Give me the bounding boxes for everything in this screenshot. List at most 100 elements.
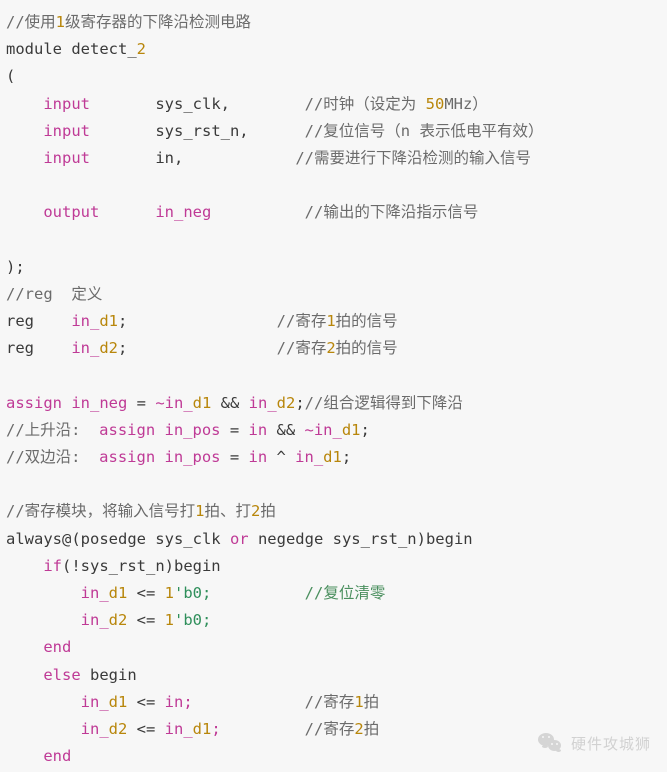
code-token: 2 <box>326 339 336 358</box>
code-token: <= <box>127 719 165 738</box>
code-line: //寄存模块，将输入信号打1拍、打2拍 <box>6 498 667 525</box>
code-token: 'b0; <box>174 583 212 602</box>
code-token: reg <box>6 312 34 331</box>
code-token: ; <box>118 312 128 331</box>
code-token: in_ <box>80 719 109 738</box>
code-token: ( <box>6 67 16 86</box>
code-token: 拍 <box>260 502 276 521</box>
code-token: && <box>211 393 249 412</box>
code-token: 1 <box>55 13 66 31</box>
code-token: d1 <box>341 420 361 439</box>
code-token: ; <box>360 420 370 439</box>
code-token: assign in_neg <box>6 393 128 412</box>
code-token: ; <box>211 719 221 738</box>
code-token: in_ <box>80 611 109 630</box>
code-token: = <box>127 393 156 412</box>
code-token: //使用 <box>6 13 56 31</box>
code-line: end <box>6 743 667 770</box>
code-token: //寄存 <box>276 312 327 331</box>
code-token: //上升沿: <box>6 420 81 439</box>
code-line: //使用1级寄存器的下降沿检测电路 <box>6 9 667 36</box>
code-token: 拍的信号 <box>335 312 398 331</box>
code-line: assign in_neg = ~in_d1 && in_d2;//组合逻辑得到… <box>6 390 667 417</box>
code-token: ); <box>6 257 25 276</box>
code-token: = <box>220 448 249 466</box>
code-token: begin <box>80 665 137 684</box>
code-token: d1 <box>99 312 118 331</box>
code-line: reg in_d1; //寄存1拍的信号 <box>6 308 667 335</box>
code-token: d1 <box>323 448 342 466</box>
code-line: input in, //需要进行下降沿检测的输入信号 <box>6 145 667 172</box>
code-token: 1 <box>164 611 174 630</box>
code-token: d2 <box>108 611 128 630</box>
code-token: input <box>43 121 90 140</box>
code-token: //reg 定义 <box>6 284 103 303</box>
code-token: MHz） <box>444 94 488 113</box>
code-line: in_d2 <= in_d1; //寄存2拍 <box>6 716 667 743</box>
code-token: in <box>248 448 268 466</box>
code-token: always@(posedge sys_clk <box>6 529 230 548</box>
code-token: 拍的信号 <box>335 339 398 358</box>
code-token: end <box>43 638 72 657</box>
code-token: (!sys_rst_n)begin <box>62 556 221 575</box>
code-token: in_ <box>80 583 109 602</box>
code-token: input <box>43 148 90 167</box>
code-token: //寄存模块，将输入信号打 <box>6 502 196 521</box>
code-token: <= <box>127 611 165 630</box>
code-line: ); <box>6 254 667 281</box>
code-token: in_neg <box>155 203 212 222</box>
code-line: output in_neg //输出的下降沿指示信号 <box>6 199 667 226</box>
code-token: in_ <box>71 312 100 331</box>
code-token: //组合逻辑得到下降沿 <box>304 393 463 412</box>
code-token: output <box>43 203 100 222</box>
code-token: //需要进行下降沿检测的输入信号 <box>295 148 531 167</box>
code-token: sys_clk, <box>90 94 230 113</box>
code-token: 50 <box>425 94 445 113</box>
code-token: 'b0; <box>174 611 212 630</box>
code-token: assign in_pos <box>99 420 221 439</box>
code-line: in_d1 <= in; //寄存1拍 <box>6 689 667 716</box>
code-token: end <box>43 747 72 766</box>
code-token: //寄存 <box>276 339 327 358</box>
code-token: ~in_ <box>155 393 193 412</box>
code-token: //时钟（设定为 <box>304 94 426 113</box>
code-token: d2 <box>99 339 118 358</box>
code-token: //输出的下降沿指示信号 <box>304 203 479 222</box>
code-token: d1 <box>192 393 212 412</box>
code-token: d2 <box>276 393 296 412</box>
code-token: if <box>43 556 62 575</box>
code-token: in_ <box>164 719 193 738</box>
code-line: ( <box>6 63 667 90</box>
code-token: && <box>267 420 305 439</box>
code-token: ^ <box>267 448 296 466</box>
code-line: if(!sys_rst_n)begin <box>6 553 667 580</box>
code-line: module detect_2 <box>6 36 667 63</box>
code-token: 1 <box>164 583 174 602</box>
code-token: ; <box>118 339 128 358</box>
code-token: ~in_ <box>304 420 342 439</box>
code-token: d2 <box>108 719 128 738</box>
code-token: in_ <box>80 692 109 711</box>
